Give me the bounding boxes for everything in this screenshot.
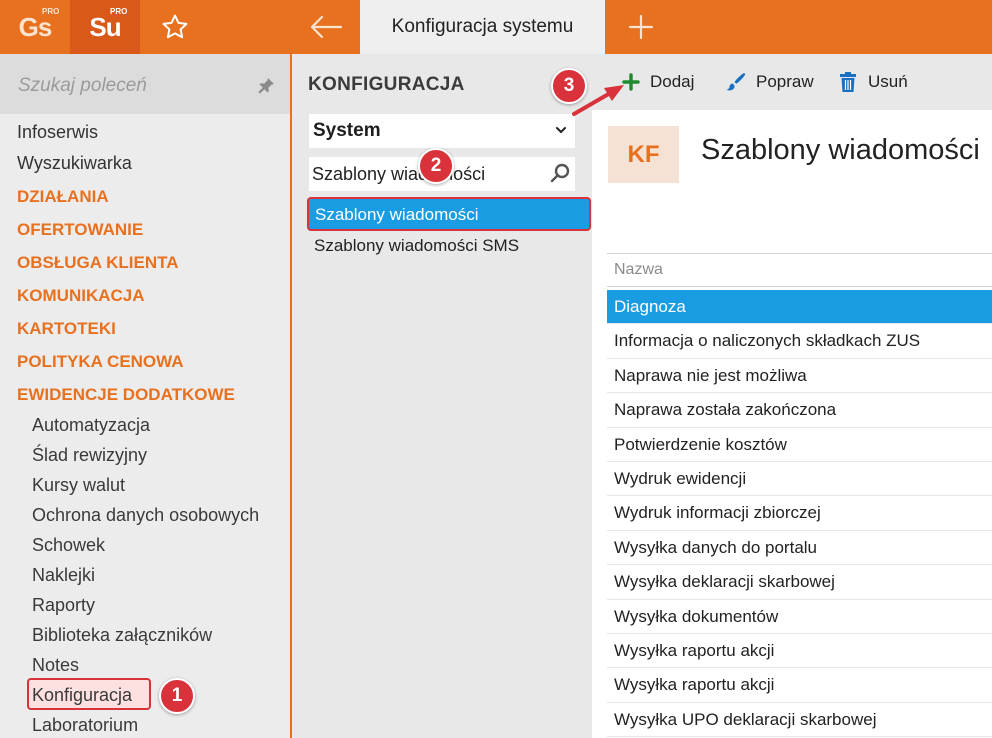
config-panel-title: KONFIGURACJA [308, 74, 465, 95]
table-row[interactable]: Diagnoza [607, 290, 992, 325]
column-header-nazwa[interactable]: Nazwa [607, 253, 992, 287]
config-result-selected[interactable]: Szablony wiadomości [307, 197, 591, 231]
table-row[interactable]: Naprawa została zakończona [607, 393, 992, 428]
command-search-placeholder: Szukaj poleceń [18, 75, 147, 96]
page-title: Szablony wiadomości [701, 134, 980, 166]
sidebar-item-infoserwis[interactable]: Infoserwis [17, 122, 98, 143]
sidebar-section-polityka-cenowa[interactable]: POLITYKA CENOWA [17, 352, 184, 372]
table-cell: Wysyłka UPO deklaracji skarbowej [614, 709, 877, 729]
table-cell: Wysyłka danych do portalu [614, 537, 818, 557]
brush-icon [726, 73, 746, 91]
table-cell: Diagnoza [614, 297, 686, 316]
su-logo-text: Su [89, 11, 121, 42]
table-cell: Wysyłka dokumentów [614, 606, 779, 626]
sidebar-item-schowek[interactable]: Schowek [32, 535, 105, 556]
table-cell: Wysyłka raportu akcji [614, 675, 775, 695]
step-marker-2: 2 [418, 148, 454, 184]
sidebar-item-wyszukiwarka[interactable]: Wyszukiwarka [17, 153, 132, 174]
top-bar: Gs PRO Su PRO Konfiguracja systemu [0, 0, 992, 54]
config-result-sms[interactable]: Szablony wiadomości SMS [314, 236, 519, 256]
sidebar-item-raporty[interactable]: Raporty [32, 595, 95, 616]
gs-logo-text: Gs [18, 11, 53, 42]
sidebar-item-ochrona-danych[interactable]: Ochrona danych osobowych [32, 505, 259, 526]
config-result-label: Szablony wiadomości [315, 205, 479, 224]
table-cell: Potwierdzenie kosztów [614, 434, 787, 454]
table-row[interactable]: Wydruk ewidencji [607, 462, 992, 497]
table-cell: Wysyłka raportu akcji [614, 641, 775, 660]
su-logo-sup: PRO [110, 7, 128, 16]
sidebar-item-laboratorium[interactable]: Laboratorium [32, 715, 138, 736]
table-row[interactable]: Wysyłka UPO deklaracji skarbowej [607, 702, 992, 738]
su-pro-logo[interactable]: Su PRO [70, 0, 140, 54]
sidebar-item-slad-rewizyjny[interactable]: Ślad rewizyjny [32, 445, 147, 466]
sidebar-section-komunikacja[interactable]: KOMUNIKACJA [17, 286, 145, 306]
back-button[interactable] [292, 0, 360, 54]
sidebar-item-konfiguracja[interactable]: Konfiguracja [32, 685, 132, 706]
gs-pro-logo[interactable]: Gs PRO [0, 0, 70, 54]
sidebar-item-naklejki[interactable]: Naklejki [32, 565, 95, 586]
chevron-down-icon [556, 127, 566, 134]
table-row[interactable]: Wydruk informacji zbiorczej [607, 496, 992, 531]
sidebar-section-ewidencje-dodatkowe[interactable]: EWIDENCJE DODATKOWE [17, 385, 235, 405]
table-row[interactable]: Wysyłka raportu akcji [607, 668, 992, 703]
plus-icon [628, 14, 654, 40]
sidebar: Szukaj poleceń Infoserwis Wyszukiwarka D… [0, 54, 292, 738]
pin-icon[interactable] [256, 76, 276, 96]
category-select-value: System [313, 120, 381, 141]
sidebar-item-notes[interactable]: Notes [32, 655, 79, 676]
sidebar-item-kursy-walut[interactable]: Kursy walut [32, 475, 125, 496]
table-row[interactable]: Naprawa nie jest możliwa [607, 358, 992, 394]
edit-button[interactable]: Popraw [724, 69, 814, 95]
search-icon[interactable] [549, 162, 571, 184]
add-button-label: Dodaj [650, 72, 695, 91]
tab-konfiguracja-systemu[interactable]: Konfiguracja systemu [360, 0, 605, 54]
new-tab-button[interactable] [605, 0, 677, 54]
step-marker-1: 1 [159, 678, 195, 714]
sidebar-section-dzialania[interactable]: DZIAŁANIA [17, 187, 109, 207]
sidebar-section-ofertowanie[interactable]: OFERTOWANIE [17, 220, 143, 240]
gs-logo-sup: PRO [42, 7, 60, 16]
toolbar: Dodaj Popraw Usuń [592, 54, 992, 110]
edit-button-label: Popraw [756, 72, 814, 91]
arrow-left-icon [310, 15, 343, 39]
table-cell: Naprawa nie jest możliwa [614, 365, 807, 385]
config-search-value: Szablony wiadomości [312, 164, 486, 184]
delete-button-label: Usuń [868, 72, 908, 91]
templates-panel: Dodaj Popraw Usuń KF Szablony wiadomości… [592, 54, 992, 738]
step-marker-3: 3 [551, 68, 587, 104]
sidebar-item-automatyzacja[interactable]: Automatyzacja [32, 415, 150, 436]
command-search-input[interactable]: Szukaj poleceń [0, 54, 290, 114]
table-row[interactable]: Potwierdzenie kosztów [607, 427, 992, 462]
module-badge: KF [608, 126, 679, 183]
table-row[interactable]: Wysyłka dokumentów [607, 599, 992, 634]
table-row[interactable]: Wysyłka deklaracji skarbowej [607, 565, 992, 600]
table-cell: Naprawa została zakończona [614, 400, 837, 420]
category-select[interactable]: System [309, 114, 575, 148]
star-icon[interactable] [160, 12, 190, 42]
table-cell: Wydruk ewidencji [614, 469, 747, 488]
table-cell: Wysyłka deklaracji skarbowej [614, 572, 835, 592]
table-cell: Wydruk informacji zbiorczej [614, 503, 821, 523]
delete-button[interactable]: Usuń [838, 69, 908, 95]
table-row[interactable]: Wysyłka danych do portalu [607, 530, 992, 566]
add-button[interactable]: Dodaj [622, 69, 694, 95]
table-cell: Informacja o naliczonych składkach ZUS [614, 331, 921, 351]
table-row[interactable]: Wysyłka raportu akcji [607, 634, 992, 669]
sidebar-item-biblioteka-zalacznikow[interactable]: Biblioteka załączników [32, 625, 212, 646]
table-row[interactable]: Informacja o naliczonych składkach ZUS [607, 324, 992, 359]
trash-icon [840, 72, 856, 92]
column-header-label: Nazwa [614, 261, 663, 278]
sidebar-section-obsluga-klienta[interactable]: OBSŁUGA KLIENTA [17, 253, 179, 273]
sidebar-section-kartoteki[interactable]: KARTOTEKI [17, 319, 116, 339]
